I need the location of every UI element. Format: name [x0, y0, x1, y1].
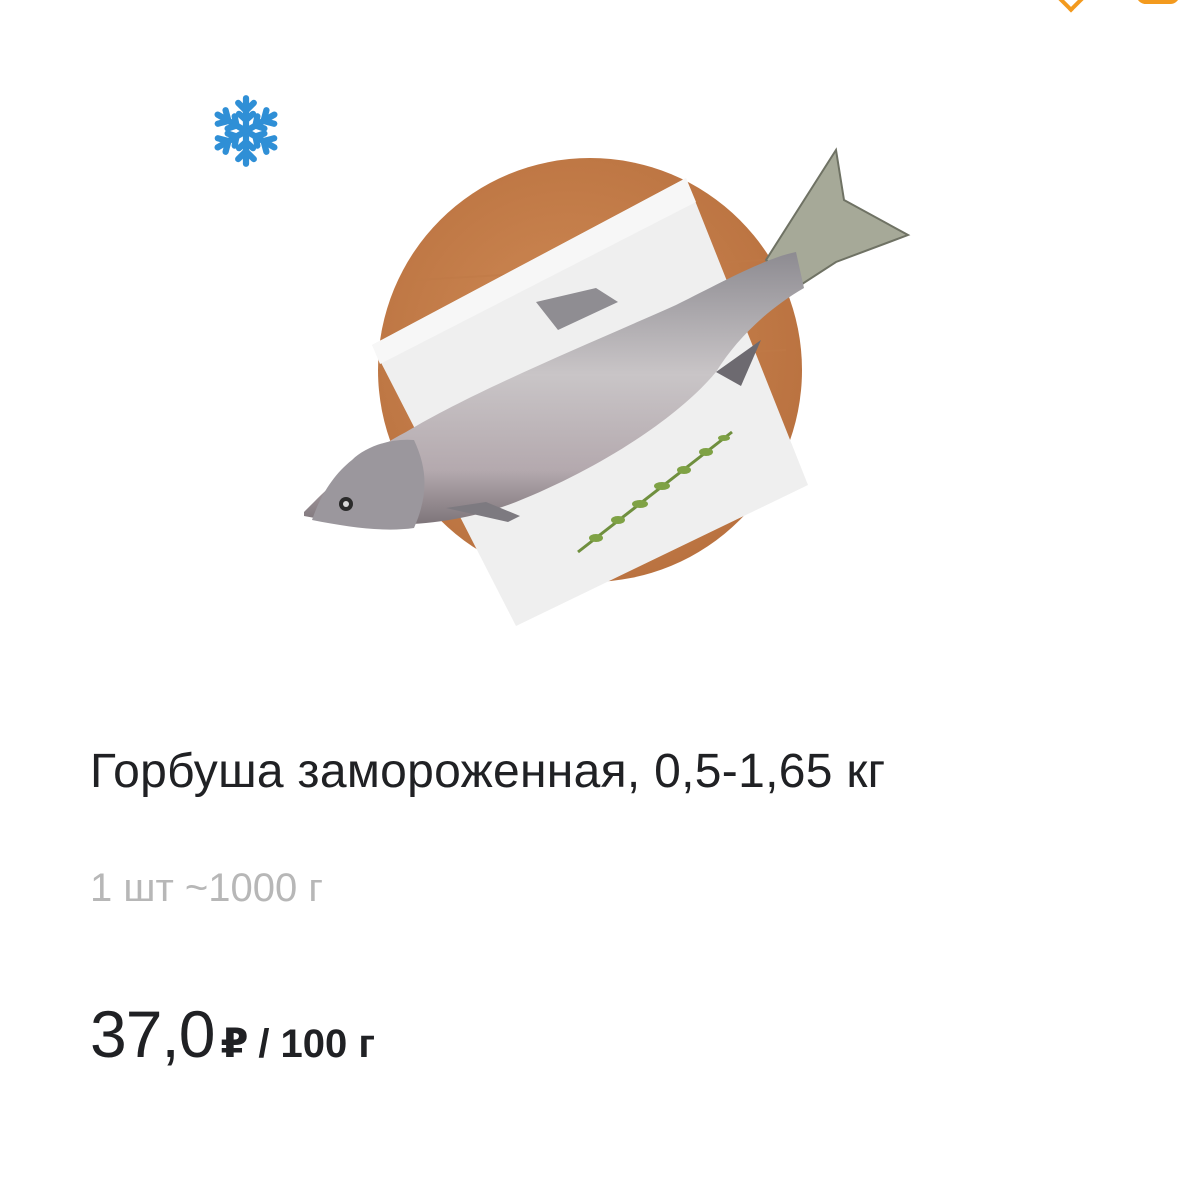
price-value: 37,0 — [90, 997, 215, 1071]
product-weight: 1 шт ~1000 г — [90, 866, 323, 910]
header-actions — [900, 0, 1200, 20]
product-title: Горбуша замороженная, 0,5-1,65 кг — [90, 745, 886, 798]
cart-icon[interactable] — [1136, 0, 1180, 4]
product-price: 37,0 ₽/ 100 г — [90, 996, 375, 1072]
heart-icon[interactable] — [1055, 0, 1087, 13]
snowflake-icon — [200, 95, 292, 170]
price-currency: ₽ — [220, 1022, 249, 1066]
product-image[interactable] — [296, 140, 916, 640]
price-unit: / 100 г — [258, 1022, 376, 1066]
